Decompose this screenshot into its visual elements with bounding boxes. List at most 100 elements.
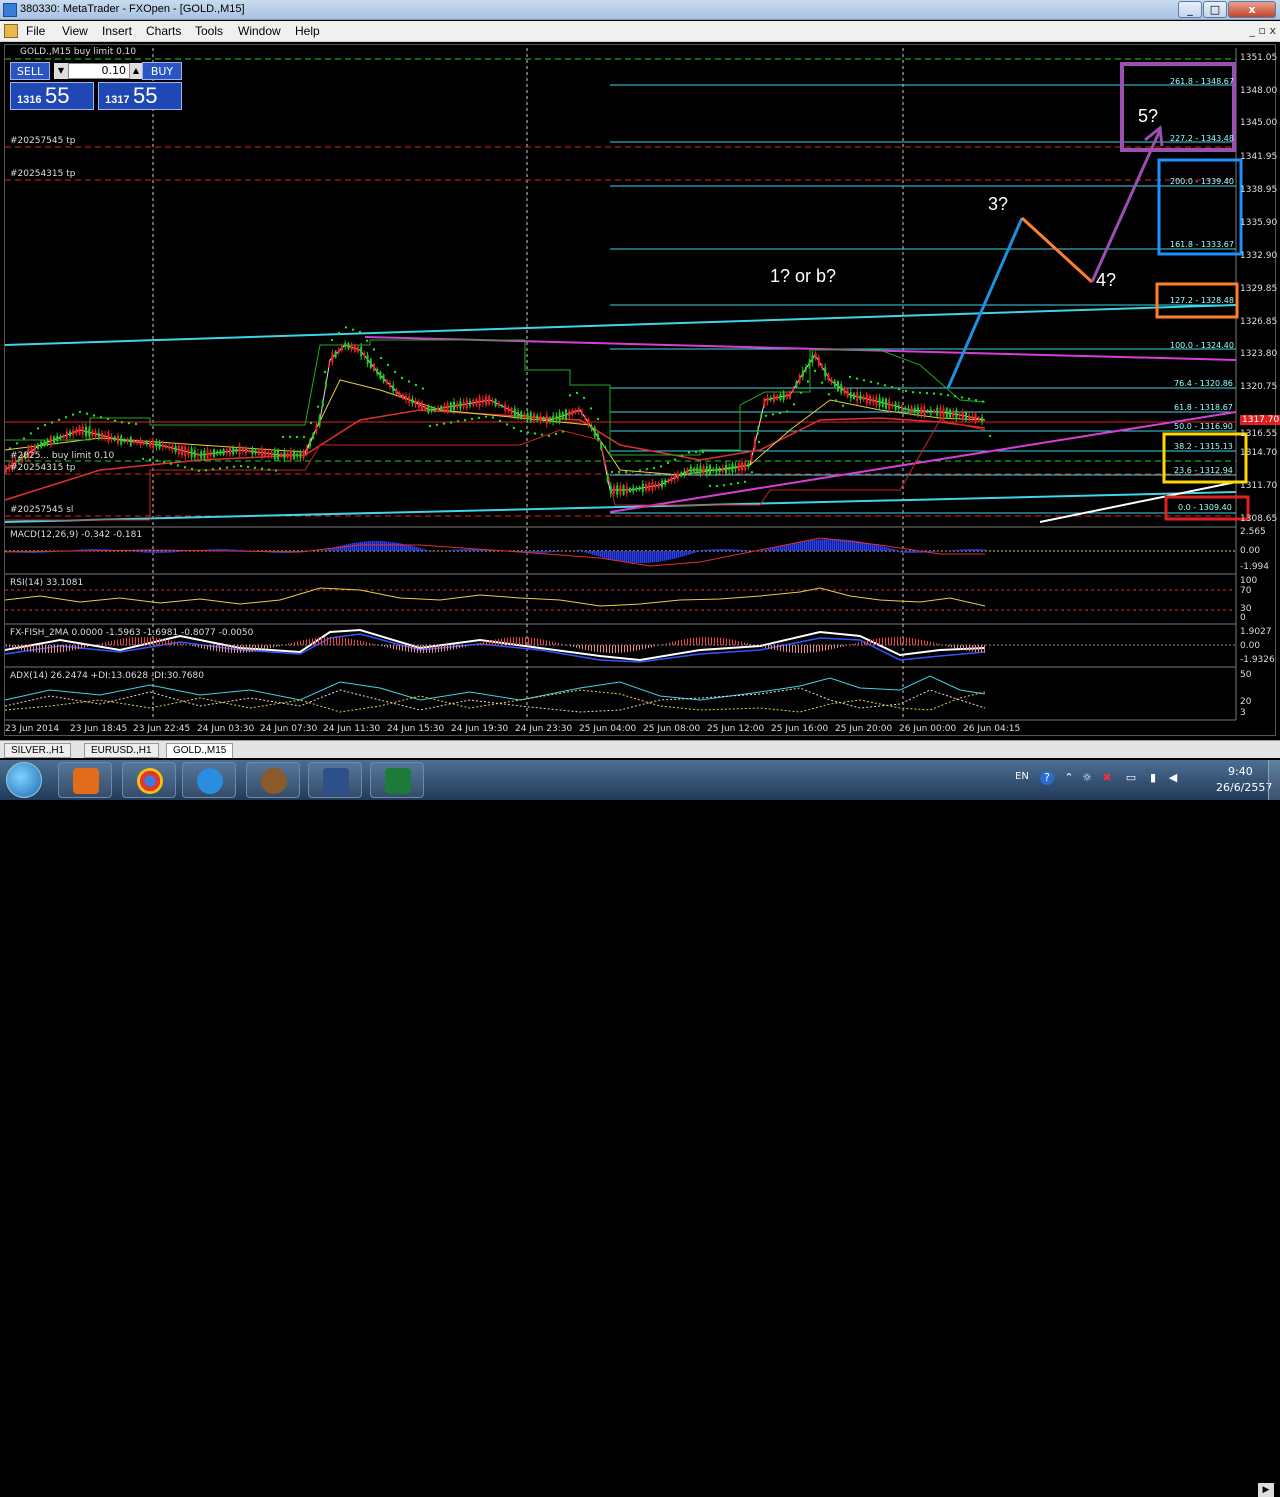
menu-charts[interactable]: Charts bbox=[146, 24, 181, 38]
show-desktop-button[interactable] bbox=[1268, 760, 1280, 800]
price-tick: 1329.85 bbox=[1240, 284, 1277, 294]
lot-increase-button[interactable]: ▲ bbox=[130, 63, 142, 79]
price-tick: 1326.85 bbox=[1240, 317, 1277, 327]
ask-price-big: 55 bbox=[133, 83, 157, 109]
time-tick: 25 Jun 04:00 bbox=[579, 724, 636, 734]
macd-scale-tick: 0.00 bbox=[1240, 546, 1260, 556]
price-tick: 1335.90 bbox=[1240, 218, 1277, 228]
taskbar-excel[interactable] bbox=[370, 762, 424, 798]
monitor-icon[interactable]: ▭ bbox=[1124, 771, 1138, 785]
tab-gold[interactable]: GOLD.,M15 bbox=[166, 743, 233, 758]
adx-scale-tick: 20 bbox=[1240, 697, 1251, 707]
fib-label: 76.4 - 1320.86 bbox=[1174, 379, 1233, 388]
wave-annotation: 4? bbox=[1096, 270, 1116, 291]
volume-icon[interactable]: ◀ bbox=[1166, 771, 1180, 785]
price-tick: 1308.65 bbox=[1240, 514, 1277, 524]
action-center-icon[interactable]: ✖ bbox=[1100, 771, 1114, 785]
time-tick: 25 Jun 12:00 bbox=[707, 724, 764, 734]
order-label[interactable]: #20257545 sl bbox=[10, 505, 73, 515]
fish-scale-tick: 1.9027 bbox=[1240, 627, 1272, 637]
taskbar-metatrader[interactable] bbox=[308, 762, 362, 798]
price-tick: 1345.00 bbox=[1240, 118, 1277, 128]
network-icon[interactable]: ☼ bbox=[1080, 771, 1094, 785]
price-tick: 1332.90 bbox=[1240, 251, 1277, 261]
minimize-button[interactable]: _ bbox=[1178, 1, 1202, 18]
fib-label: 38.2 - 1315.13 bbox=[1174, 442, 1233, 451]
time-tick: 25 Jun 20:00 bbox=[835, 724, 892, 734]
time-tick: 26 Jun 00:00 bbox=[899, 724, 956, 734]
tab-silver[interactable]: SILVER.,H1 bbox=[4, 743, 71, 758]
lot-size-input[interactable]: 0.10 bbox=[68, 63, 130, 79]
wave-annotation: 1? or b? bbox=[770, 266, 836, 287]
fib-label: 0.0 - 1309.40 bbox=[1178, 503, 1232, 512]
price-tick: 1348.00 bbox=[1240, 86, 1277, 96]
tray-expand-icon[interactable]: ⌃ bbox=[1062, 771, 1076, 785]
menu-tools[interactable]: Tools bbox=[195, 24, 223, 38]
chart-window-icon[interactable] bbox=[4, 24, 18, 38]
ask-price-button[interactable]: 1317 55 bbox=[98, 82, 182, 110]
macd-label: MACD(12,26,9) -0.342 -0.181 bbox=[10, 530, 142, 540]
menu-insert[interactable]: Insert bbox=[102, 24, 132, 38]
lot-decrease-button[interactable]: ▼ bbox=[54, 63, 68, 79]
macd-scale-tick: 2.565 bbox=[1240, 527, 1266, 537]
ask-price-small: 1317 bbox=[105, 94, 129, 106]
order-label[interactable]: #2025... buy limit 0.10 bbox=[10, 451, 114, 461]
chart-symbol: GOLD.,M15 bbox=[20, 47, 71, 57]
clock-time[interactable]: 9:40 bbox=[1228, 765, 1253, 778]
menu-window[interactable]: Window bbox=[238, 24, 281, 38]
tab-scroll-right-button[interactable]: ▶ bbox=[1258, 1483, 1274, 1497]
time-tick: 24 Jun 03:30 bbox=[197, 724, 254, 734]
time-tick: 24 Jun 07:30 bbox=[260, 724, 317, 734]
rsi-scale-tick: 100 bbox=[1240, 576, 1257, 586]
taskbar-media-player[interactable] bbox=[58, 762, 112, 798]
time-tick: 25 Jun 08:00 bbox=[643, 724, 700, 734]
menu-help[interactable]: Help bbox=[295, 24, 320, 38]
time-tick: 23 Jun 22:45 bbox=[133, 724, 190, 734]
tab-eurusd[interactable]: EURUSD.,H1 bbox=[84, 743, 159, 758]
time-tick: 26 Jun 04:15 bbox=[963, 724, 1020, 734]
maximize-button[interactable]: □ bbox=[1203, 1, 1227, 18]
time-tick: 24 Jun 11:30 bbox=[323, 724, 380, 734]
sell-button[interactable]: SELL bbox=[10, 62, 50, 80]
order-label[interactable]: #20254315 tp bbox=[10, 463, 75, 473]
fib-label: 61.8 - 1318.67 bbox=[1174, 403, 1233, 412]
fish-scale-tick: 0.00 bbox=[1240, 641, 1260, 651]
time-tick: 24 Jun 15:30 bbox=[387, 724, 444, 734]
windows-taskbar: EN ? ⌃ ☼ ✖ ▭ ▮ ◀ 9:40 26/6/2557 bbox=[0, 760, 1280, 800]
help-icon[interactable]: ? bbox=[1040, 771, 1054, 785]
fish-scale-tick: -1.9326 bbox=[1240, 655, 1275, 665]
language-indicator[interactable]: EN bbox=[1015, 771, 1029, 782]
network-status-icon[interactable]: ▮ bbox=[1146, 771, 1160, 785]
fib-label: 227.2 - 1343.48 bbox=[1170, 134, 1234, 143]
start-button[interactable] bbox=[6, 762, 42, 798]
taskbar-app-cat[interactable] bbox=[246, 762, 300, 798]
taskbar-chrome[interactable] bbox=[122, 762, 176, 798]
taskbar-internet-explorer[interactable] bbox=[182, 762, 236, 798]
close-button[interactable]: x bbox=[1228, 1, 1276, 18]
metatrader-app-icon bbox=[3, 3, 17, 17]
adx-scale-tick: 50 bbox=[1240, 670, 1251, 680]
rsi-scale-tick: 0 bbox=[1240, 613, 1246, 623]
fib-label: 50.0 - 1316.90 bbox=[1174, 422, 1233, 431]
fish-label: FX-FISH_2MA 0.0000 -1.5963 -1.6981 -0.80… bbox=[10, 628, 253, 638]
chart-top-order: buy limit 0.10 bbox=[74, 47, 136, 57]
order-label[interactable]: #20254315 tp bbox=[10, 169, 75, 179]
price-tick: 1341.95 bbox=[1240, 152, 1277, 162]
current-price-tick: 1316.55 bbox=[1240, 429, 1277, 439]
chart-window-controls[interactable]: _ ▫ x bbox=[1250, 24, 1276, 37]
bid-price-small: 1316 bbox=[17, 94, 41, 106]
bid-price-button[interactable]: 1316 55 bbox=[10, 82, 94, 110]
buy-button[interactable]: BUY bbox=[142, 62, 182, 80]
title-bar: 380330: MetaTrader - FXOpen - [GOLD.,M15… bbox=[0, 0, 1280, 20]
fib-label: 200.0 - 1339.40 bbox=[1170, 177, 1234, 186]
system-tray: EN ? ⌃ ☼ ✖ ▭ ▮ ◀ 9:40 26/6/2557 bbox=[1000, 760, 1280, 800]
time-tick: 24 Jun 23:30 bbox=[515, 724, 572, 734]
chart-symbol-label: GOLD.,M15 buy limit 0.10 bbox=[20, 47, 136, 57]
order-label[interactable]: #20257545 tp bbox=[10, 136, 75, 146]
macd-scale-tick: -1.994 bbox=[1240, 562, 1269, 572]
menu-file[interactable]: File bbox=[26, 24, 45, 38]
fib-label: 23.6 - 1312.94 bbox=[1174, 466, 1233, 475]
time-tick: 24 Jun 19:30 bbox=[451, 724, 508, 734]
clock-date[interactable]: 26/6/2557 bbox=[1216, 781, 1272, 794]
menu-view[interactable]: View bbox=[62, 24, 88, 38]
